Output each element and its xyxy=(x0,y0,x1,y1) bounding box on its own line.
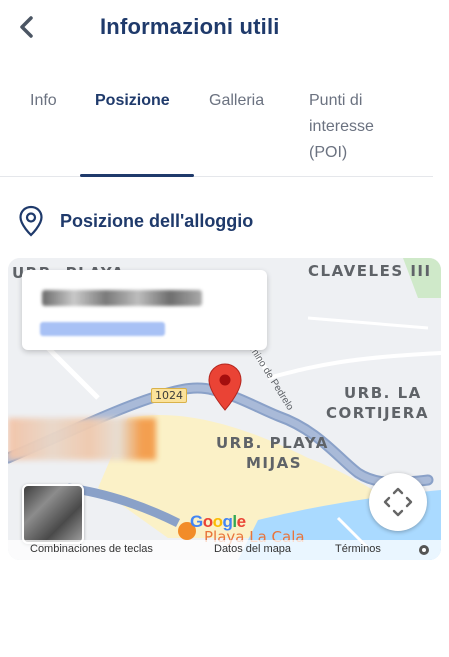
page-title: Informazioni utili xyxy=(100,14,280,39)
map-label-claveles: CLAVELES III xyxy=(308,262,432,280)
map-camera-control-button[interactable] xyxy=(369,473,427,531)
map-data-link[interactable]: Datos del mapa xyxy=(214,543,291,555)
keyboard-shortcuts-link[interactable]: Combinaciones de teclas xyxy=(30,543,153,555)
satellite-toggle-thumbnail[interactable] xyxy=(22,484,84,544)
section-title-label: Posizione dell'alloggio xyxy=(60,210,254,231)
tab-bar: Info Posizione Galleria Punti di interes… xyxy=(0,76,449,178)
tab-poi-line1: Punti di xyxy=(309,92,363,109)
tab-active-indicator xyxy=(80,174,194,177)
map-info-popup[interactable] xyxy=(22,270,267,350)
blurred-place-label xyxy=(8,418,156,460)
back-button[interactable] xyxy=(12,12,42,42)
map-label-urb-playa: URB. PLAYA xyxy=(216,434,329,452)
map-label-mijas: MIJAS xyxy=(246,454,303,472)
chevron-left-icon xyxy=(20,16,33,38)
tab-posizione[interactable]: Posizione xyxy=(95,88,170,114)
location-pin-icon xyxy=(19,205,43,237)
road-number-badge: 1024 xyxy=(151,388,187,403)
move-arrows-icon xyxy=(383,487,413,517)
tab-divider xyxy=(0,176,433,177)
section-title: Posizione dell'alloggio xyxy=(18,204,253,238)
tab-poi-line2: interesse xyxy=(309,118,374,135)
map-label-urb-la: URB. LA xyxy=(344,384,422,402)
google-logo: Google xyxy=(190,512,246,531)
tab-poi[interactable]: Punti di interesse (POI) xyxy=(309,88,374,166)
map-attribution-bar: Combinaciones de teclas Datos del mapa T… xyxy=(8,540,441,560)
tab-poi-line3: (POI) xyxy=(309,144,348,161)
tab-galleria[interactable]: Galleria xyxy=(209,88,264,114)
terms-link[interactable]: Términos xyxy=(335,543,381,555)
report-issue-icon[interactable] xyxy=(418,544,430,559)
map-view[interactable]: URB. PLAYA CLAVELES III URB. LA CORTIJER… xyxy=(8,258,441,560)
header: Informazioni utili xyxy=(0,0,449,60)
map-label-cortijera: CORTIJERA xyxy=(326,404,429,422)
map-marker-icon[interactable] xyxy=(207,362,243,412)
popup-blurred-link[interactable] xyxy=(40,322,165,336)
tab-info[interactable]: Info xyxy=(30,88,57,114)
popup-blurred-title xyxy=(42,290,202,306)
